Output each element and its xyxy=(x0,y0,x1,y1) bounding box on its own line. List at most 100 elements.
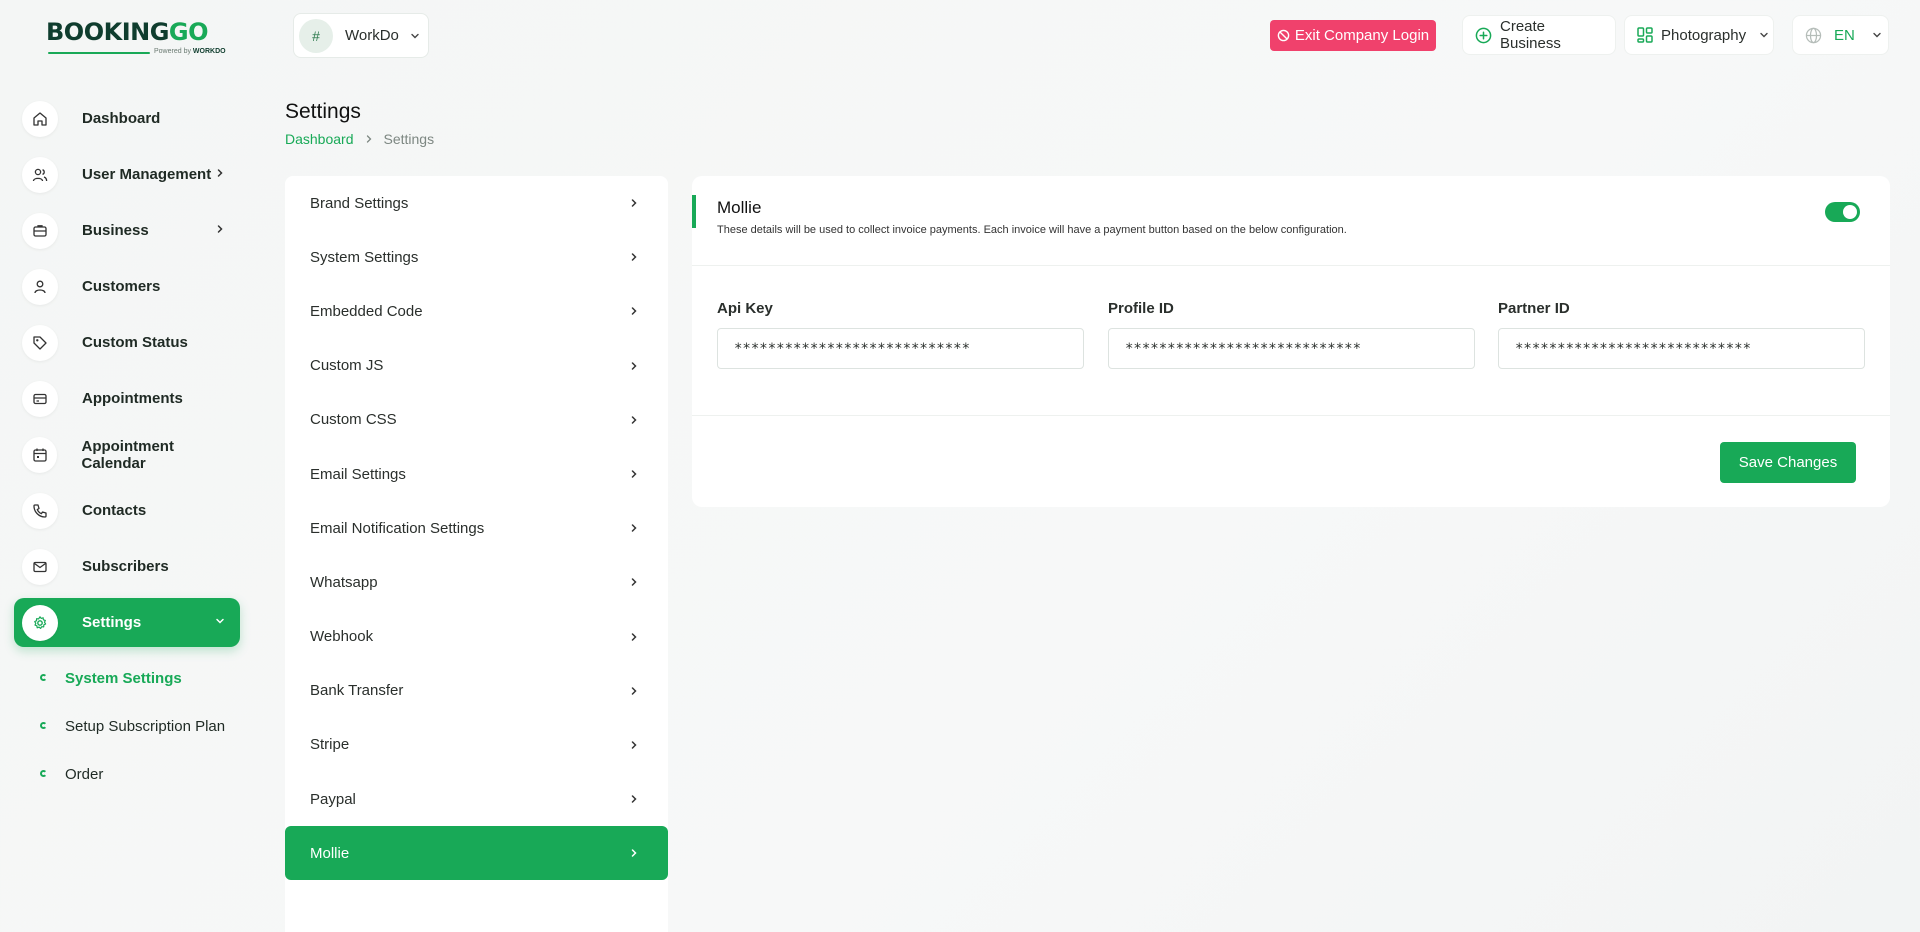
chevron-right-icon xyxy=(628,631,640,643)
logo-underline xyxy=(48,52,150,54)
sidebar-item-settings[interactable]: Settings xyxy=(14,598,240,647)
settings-menu-embedded-code[interactable]: Embedded Code xyxy=(285,284,668,338)
create-business-button[interactable]: Create Business xyxy=(1462,15,1616,55)
sidebar: Dashboard User Management Business Custo… xyxy=(14,94,240,798)
settings-menu-custom-js[interactable]: Custom JS xyxy=(285,339,668,393)
breadcrumb-dashboard-link[interactable]: Dashboard xyxy=(285,131,354,147)
sidebar-item-custom-status[interactable]: Custom Status xyxy=(14,318,240,367)
settings-menu-bank-transfer[interactable]: Bank Transfer xyxy=(285,664,668,718)
settings-menu-label: System Settings xyxy=(310,248,419,266)
bullet-icon xyxy=(40,722,47,729)
chevron-right-icon xyxy=(628,305,640,317)
settings-menu-label: Custom JS xyxy=(310,357,384,375)
settings-menu-email-notification-settings[interactable]: Email Notification Settings xyxy=(285,501,668,555)
chevron-down-icon xyxy=(1871,29,1883,41)
chevron-right-icon xyxy=(628,468,640,480)
users-icon xyxy=(22,156,58,193)
settings-menu-custom-css[interactable]: Custom CSS xyxy=(285,393,668,447)
sidebar-subitem-order[interactable]: Order xyxy=(14,750,240,798)
sidebar-subitem-label: Order xyxy=(65,765,104,783)
chevron-right-icon xyxy=(628,847,640,859)
sidebar-item-appointment-calendar[interactable]: Appointment Calendar xyxy=(14,430,240,479)
sidebar-item-dashboard[interactable]: Dashboard xyxy=(14,94,240,143)
sidebar-subitem-system-settings[interactable]: System Settings xyxy=(14,654,240,702)
settings-menu-stripe[interactable]: Stripe xyxy=(285,718,668,772)
sidebar-item-contacts[interactable]: Contacts xyxy=(14,486,240,535)
chevron-right-icon xyxy=(628,793,640,805)
sidebar-item-label: Dashboard xyxy=(82,110,161,127)
settings-menu-label: Webhook xyxy=(310,628,374,646)
company-avatar: # xyxy=(299,18,333,53)
app-logo[interactable]: BOOKINGGO Powered by WORKDO xyxy=(46,18,226,60)
sidebar-item-customers[interactable]: Customers xyxy=(14,262,240,311)
mollie-enable-toggle[interactable] xyxy=(1825,202,1860,222)
chevron-down-icon xyxy=(214,615,226,627)
settings-menu-whatsapp[interactable]: Whatsapp xyxy=(285,555,668,609)
calendar-icon xyxy=(22,436,58,473)
sidebar-item-label: Business xyxy=(82,222,149,239)
profile-id-input[interactable] xyxy=(1108,328,1475,369)
sidebar-item-label: User Management xyxy=(82,166,212,183)
chevron-right-icon xyxy=(214,223,226,235)
settings-submenu: System Settings Setup Subscription Plan … xyxy=(14,654,240,798)
partner-id-input[interactable] xyxy=(1498,328,1865,369)
language-value: EN xyxy=(1834,26,1855,44)
mollie-settings-card: Mollie These details will be used to col… xyxy=(692,176,1890,507)
exit-company-login-label: Exit Company Login xyxy=(1294,27,1430,44)
user-icon xyxy=(22,268,58,305)
company-name: WorkDo xyxy=(345,27,399,44)
sidebar-item-label: Appointments xyxy=(82,390,183,407)
settings-menu-paypal[interactable]: Paypal xyxy=(285,772,668,826)
exit-company-login-button[interactable]: Exit Company Login xyxy=(1270,20,1436,51)
sidebar-item-label: Settings xyxy=(82,614,142,631)
sidebar-item-label: Subscribers xyxy=(82,558,169,575)
card-description: These details will be used to collect in… xyxy=(717,224,1347,236)
sidebar-item-appointments[interactable]: Appointments xyxy=(14,374,240,423)
card-title: Mollie xyxy=(717,198,762,217)
partner-id-label: Partner ID xyxy=(1498,300,1570,317)
briefcase-icon xyxy=(22,212,58,249)
plus-circle-icon xyxy=(1475,27,1492,44)
company-switcher[interactable]: # WorkDo xyxy=(293,13,429,58)
sidebar-item-user-management[interactable]: User Management xyxy=(14,150,240,199)
business-select[interactable]: Photography xyxy=(1624,15,1774,55)
sidebar-item-business[interactable]: Business xyxy=(14,206,240,255)
mail-icon xyxy=(22,548,58,585)
api-key-input[interactable] xyxy=(717,328,1084,369)
mollie-fields: Api Key Profile ID Partner ID xyxy=(692,266,1890,416)
chevron-right-icon xyxy=(364,134,374,144)
settings-menu-label: Paypal xyxy=(310,790,356,808)
settings-menu-label: Email Notification Settings xyxy=(310,519,485,537)
chevron-right-icon xyxy=(214,167,226,179)
settings-menu-webhook[interactable]: Webhook xyxy=(285,610,668,664)
chevron-down-icon xyxy=(409,30,421,42)
settings-menu-brand-settings[interactable]: Brand Settings xyxy=(285,176,668,230)
language-select[interactable]: EN xyxy=(1792,15,1889,55)
toggle-knob xyxy=(1843,205,1857,219)
sidebar-subitem-label: System Settings xyxy=(65,669,182,687)
home-icon xyxy=(22,100,58,137)
page-title: Settings xyxy=(285,100,361,123)
grid-icon xyxy=(1637,27,1653,43)
create-business-label: Create Business xyxy=(1500,18,1561,52)
bullet-icon xyxy=(40,674,47,681)
logo-powered-by: Powered by WORKDO xyxy=(154,48,226,55)
chevron-right-icon xyxy=(628,414,640,426)
settings-menu-system-settings[interactable]: System Settings xyxy=(285,230,668,284)
business-select-value: Photography xyxy=(1661,26,1747,44)
bullet-icon xyxy=(40,770,47,777)
partner-id-field-group: Partner ID xyxy=(1498,300,1865,369)
sidebar-item-label: Customers xyxy=(82,278,161,295)
sidebar-subitem-label: Setup Subscription Plan xyxy=(65,717,226,735)
card-accent-bar xyxy=(692,195,696,228)
globe-icon xyxy=(1805,27,1822,44)
chevron-right-icon xyxy=(628,522,640,534)
save-changes-button[interactable]: Save Changes xyxy=(1720,442,1856,483)
settings-menu-email-settings[interactable]: Email Settings xyxy=(285,447,668,501)
card-header: Mollie These details will be used to col… xyxy=(692,176,1890,266)
sidebar-subitem-setup-subscription-plan[interactable]: Setup Subscription Plan xyxy=(14,702,240,750)
chevron-right-icon xyxy=(628,251,640,263)
settings-menu-label: Email Settings xyxy=(310,465,406,483)
settings-menu-mollie[interactable]: Mollie xyxy=(285,826,668,881)
sidebar-item-subscribers[interactable]: Subscribers xyxy=(14,542,240,591)
